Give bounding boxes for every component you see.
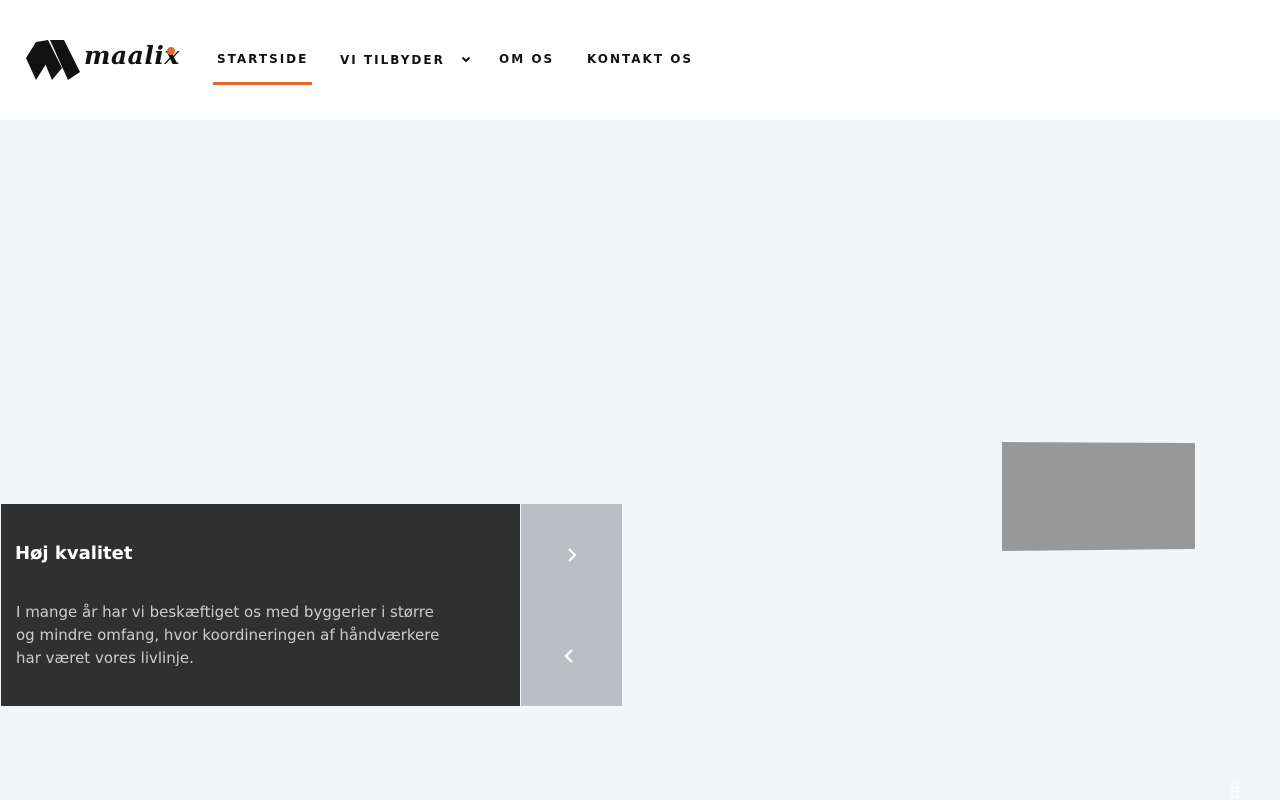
prev-slide-button[interactable]: [521, 605, 622, 706]
slide-image-placeholder: [1002, 442, 1195, 551]
slider-arrows: [521, 504, 622, 706]
nav-item-vi-tilbyder[interactable]: VI TILBYDER: [340, 52, 471, 67]
maalix-stripes-icon: [26, 40, 80, 80]
scroll-indicator-icon[interactable]: [1231, 780, 1240, 800]
nav-item-kontakt-os[interactable]: KONTAKT OS: [587, 52, 693, 66]
chevron-right-icon: [567, 547, 577, 562]
site-header: maalix STARTSIDE VI TILBYDER OM OS KONTA…: [0, 0, 1280, 120]
chevron-left-icon: [563, 648, 573, 663]
nav-item-om-os[interactable]: OM OS: [499, 52, 554, 66]
nav-item-startside[interactable]: STARTSIDE: [212, 52, 313, 85]
maalix-logo[interactable]: maalix: [26, 38, 188, 82]
logo-dot: [167, 47, 175, 55]
nav-item-label: VI TILBYDER: [340, 53, 445, 67]
slider-caption: Høj kvalitet I mange år har vi beskæftig…: [1, 504, 520, 706]
logo-wordmark: maalix: [84, 41, 180, 70]
chevron-down-icon: [461, 52, 471, 66]
caption-text: I mange år har vi beskæftiget os med byg…: [16, 603, 440, 667]
next-slide-button[interactable]: [521, 504, 622, 605]
caption-title: Høj kvalitet: [15, 543, 133, 564]
